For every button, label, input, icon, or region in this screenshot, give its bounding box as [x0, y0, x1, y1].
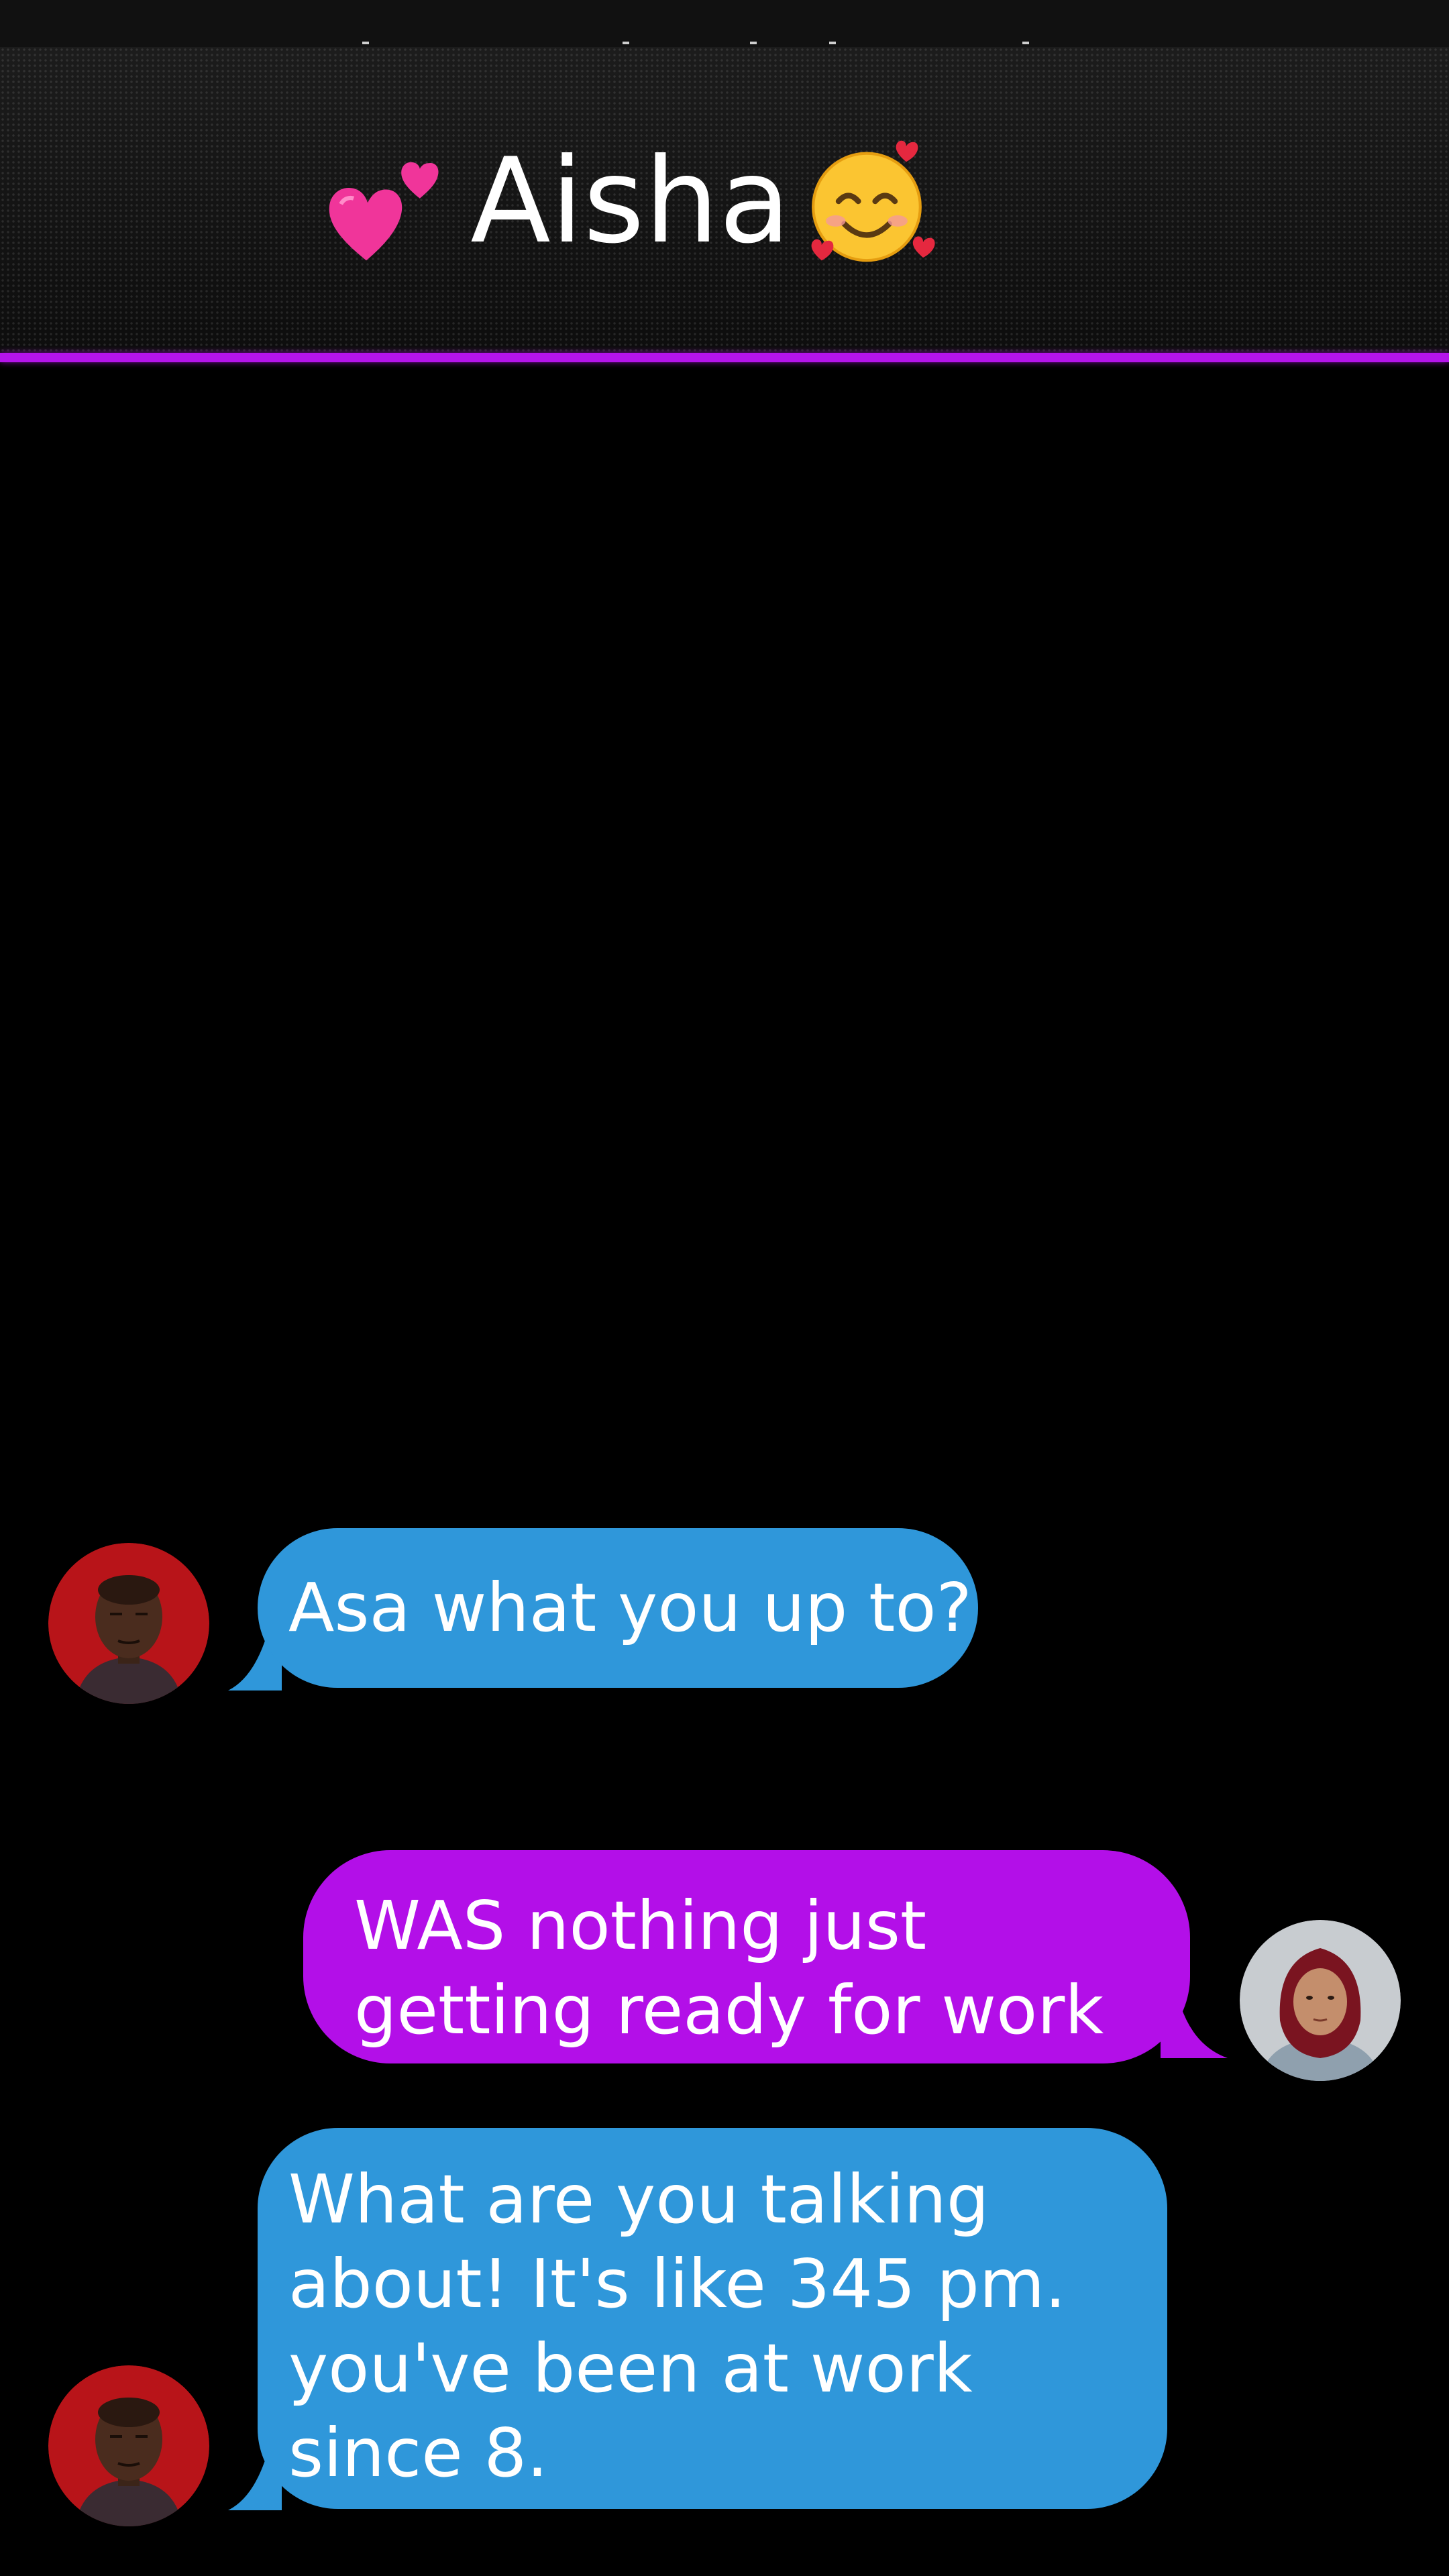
aisha-avatar[interactable]: [1240, 1920, 1401, 2081]
message-bubble-incoming[interactable]: What are you talking about! It's like 34…: [258, 2128, 1167, 2509]
message-text: WAS nothing just getting ready for work: [354, 1886, 1104, 2049]
outgoing-bubble-tail: [1161, 2006, 1228, 2058]
contact-avatar-image: [48, 1543, 209, 1704]
status-bar: [0, 0, 1449, 47]
header-accent-line: [0, 353, 1449, 362]
status-bar-indicators: [0, 42, 1449, 46]
contact-avatar[interactable]: [48, 2365, 209, 2526]
chat-title: Aisha: [0, 131, 1261, 272]
chat-header: Aisha: [0, 47, 1449, 353]
message-bubble-incoming[interactable]: Asa what you up to?: [258, 1528, 978, 1688]
message-text: What are you talking about! It's like 34…: [288, 2160, 1067, 2492]
smiling-face-with-hearts-icon: [811, 140, 935, 262]
aisha-avatar-image: [1240, 1920, 1401, 2081]
chat-title-text: Aisha: [470, 133, 791, 270]
message-text: Asa what you up to?: [288, 1568, 972, 1647]
message-bubble-outgoing[interactable]: WAS nothing just getting ready for work: [303, 1850, 1190, 2063]
contact-avatar-image: [48, 2365, 209, 2526]
incoming-bubble-tail: [228, 2450, 282, 2510]
contact-avatar[interactable]: [48, 1543, 209, 1704]
two-hearts-icon: [329, 162, 439, 261]
